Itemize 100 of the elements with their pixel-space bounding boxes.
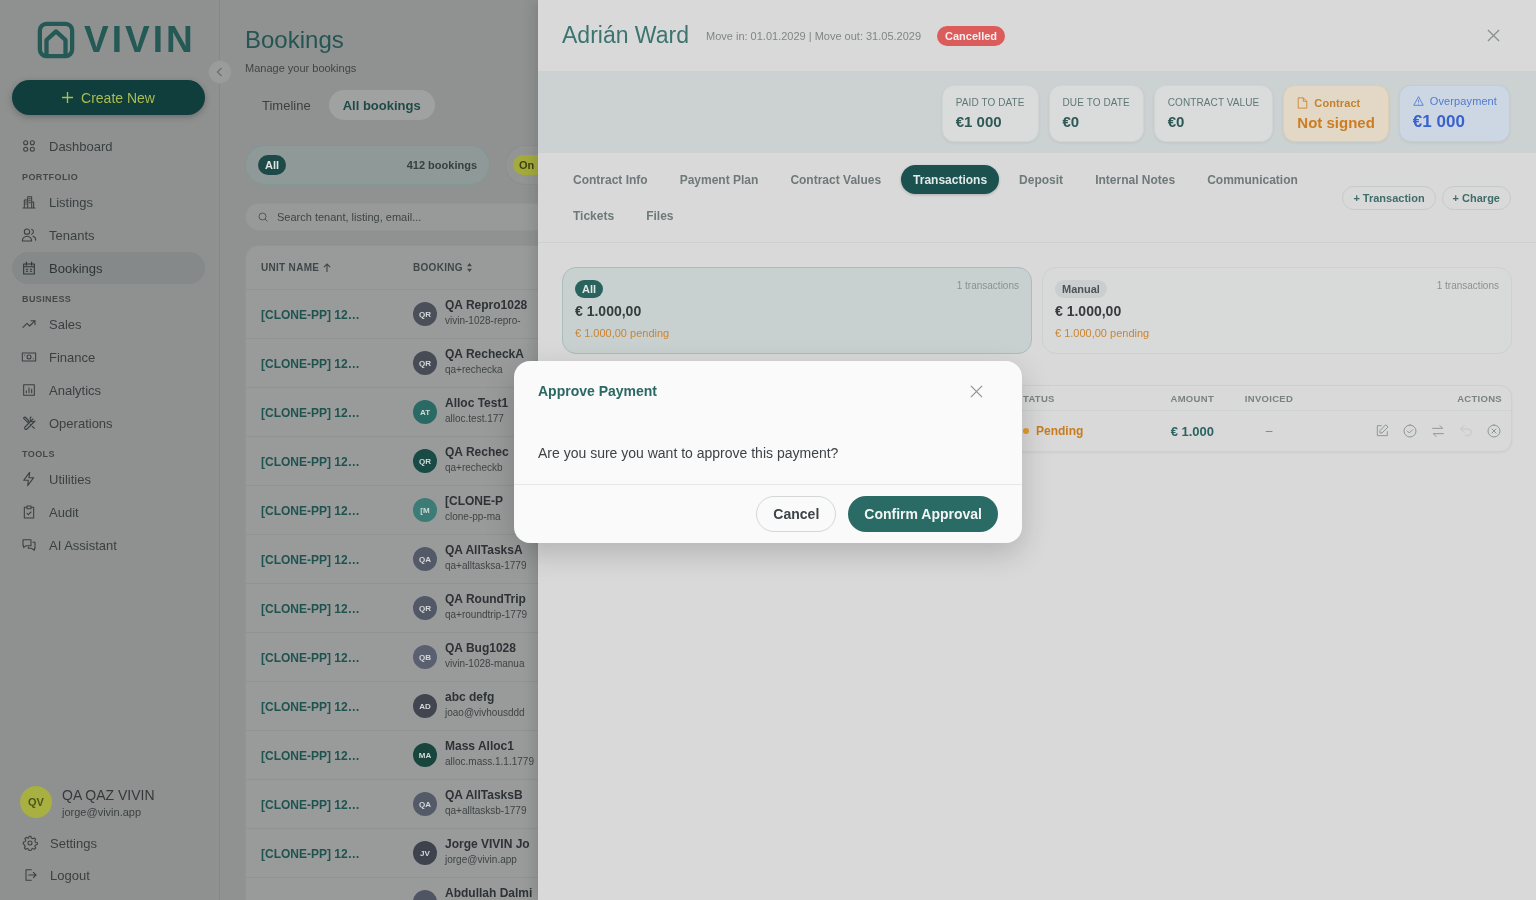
- tab[interactable]: Communication: [1195, 165, 1310, 194]
- column-header[interactable]: UNIT NAME: [261, 262, 332, 273]
- column-header: TATUS: [1023, 392, 1055, 404]
- nav-item[interactable]: Audit: [12, 496, 205, 528]
- status-text: Pending: [1036, 424, 1084, 438]
- tab[interactable]: Contract Info: [561, 165, 660, 194]
- tenant-name: QA RoundTrip: [445, 592, 527, 606]
- close-icon[interactable]: [970, 384, 983, 398]
- add-button[interactable]: + Charge: [1441, 185, 1511, 210]
- column-header: INVOICED: [1244, 392, 1294, 404]
- tenant-name: QA AllTasksA: [445, 543, 524, 557]
- metric-value: €0: [1062, 113, 1081, 130]
- tenant-avatar: JV: [413, 841, 437, 865]
- nav-item[interactable]: Dashboard: [12, 130, 205, 162]
- tenant-name: QA RecheckA: [445, 347, 524, 361]
- clipboard-check-icon: [21, 504, 37, 520]
- unit-name: [CLONE-PP] 12…: [261, 357, 360, 371]
- chevron-left-icon[interactable]: [208, 60, 232, 84]
- swap-arrows-icon[interactable]: [1430, 423, 1446, 439]
- metric-value: €1 000: [955, 113, 1003, 130]
- tab[interactable]: Tickets: [561, 201, 627, 230]
- tenant-avatar: [M: [413, 498, 437, 522]
- house-icon: [37, 21, 75, 59]
- tenant-email: clone-pp-ma: [445, 511, 502, 523]
- section-label: BUSINESS: [21, 293, 73, 306]
- tenant-avatar: AT: [413, 400, 437, 424]
- nav-item[interactable]: Operations: [12, 407, 205, 439]
- transaction-group-card[interactable]: Manual 1 transactions € 1.000,00 € 1.000,00 pending: [1042, 267, 1512, 354]
- footer-link[interactable]: Logout: [12, 859, 205, 891]
- metric-value: Not signed: [1297, 113, 1375, 131]
- page-title: Bookings: [245, 26, 345, 54]
- filter-card[interactable]: All 412 bookings: [245, 145, 490, 185]
- tenant-email: qa+alltasksa-1779: [445, 560, 527, 572]
- tab[interactable]: Files: [634, 201, 686, 230]
- nav-item[interactable]: Analytics: [12, 374, 205, 406]
- logo-text: VIVIN: [84, 20, 196, 60]
- tools-icon: [21, 415, 37, 431]
- nav-item[interactable]: Sales: [12, 308, 205, 340]
- nav-item[interactable]: Tenants: [12, 219, 205, 251]
- pending-amount: € 1.000,00 pending: [1055, 327, 1150, 340]
- banknote-icon: [21, 349, 37, 365]
- metric-label: CONTRACT VALUE: [1167, 97, 1260, 108]
- nav-item[interactable]: Utilities: [12, 463, 205, 495]
- nav-item[interactable]: Listings: [12, 186, 205, 218]
- tab[interactable]: Contract Values: [778, 165, 894, 194]
- tenant-email: qa+rechecka: [445, 364, 504, 376]
- tenant-avatar: QR: [413, 302, 437, 326]
- cancel-button[interactable]: Cancel: [756, 496, 837, 532]
- plus-icon: [62, 92, 74, 103]
- unit-name: [CLONE-PP] 12…: [261, 455, 360, 469]
- logout-icon: [22, 867, 38, 883]
- group-tag: Manual: [1055, 280, 1107, 298]
- warning-icon: [1412, 95, 1424, 107]
- transaction-group-card[interactable]: All 1 transactions € 1.000,00 € 1.000,00 pending: [562, 267, 1032, 354]
- column-header: ACTIONS: [1457, 392, 1502, 404]
- view-tab[interactable]: All bookings: [328, 90, 435, 120]
- column-header[interactable]: BOOKING: [413, 262, 472, 273]
- create-new-button[interactable]: Create New: [12, 80, 205, 115]
- tab[interactable]: Deposit: [1007, 165, 1076, 194]
- invoiced-cell: –: [1265, 424, 1273, 438]
- tenant-avatar: MA: [413, 743, 437, 767]
- tab[interactable]: Internal Notes: [1083, 165, 1188, 194]
- edit-icon[interactable]: [1374, 423, 1390, 439]
- group-total: € 1.000,00: [1055, 303, 1122, 320]
- filter-tag: All: [258, 155, 287, 175]
- column-header: AMOUNT: [1170, 392, 1214, 404]
- add-button[interactable]: + Transaction: [1342, 185, 1436, 210]
- page-subtitle: Manage your bookings: [245, 62, 358, 75]
- view-tab[interactable]: Timeline: [245, 90, 325, 120]
- search-field[interactable]: Search tenant, listing, email...: [245, 203, 538, 231]
- footer-link[interactable]: Settings: [12, 827, 205, 859]
- tenant-name: QA Bug1028: [445, 641, 517, 655]
- tenant-email: jorge@vivin.app: [445, 854, 518, 866]
- tab[interactable]: Transactions: [901, 165, 1000, 194]
- tenant-name: Jorge VIVIN Jo: [445, 837, 530, 851]
- metric-label: Contract: [1314, 96, 1361, 109]
- tenant-name: QA Repro1028: [445, 298, 528, 312]
- tenant-email: qa+roundtrip-1779: [445, 609, 527, 621]
- gear-icon: [22, 835, 38, 851]
- filter-card[interactable]: On: [505, 145, 538, 185]
- tab[interactable]: Payment Plan: [667, 165, 771, 194]
- transaction-count: 1 transactions: [1436, 280, 1499, 291]
- unit-name: [CLONE-PP] 12…: [261, 308, 360, 322]
- tenant-email: qa+alltasksb-1779: [445, 805, 527, 817]
- tenant-avatar: QR: [413, 351, 437, 375]
- confirm-button[interactable]: Confirm Approval: [848, 496, 998, 532]
- grid-icon: [21, 138, 37, 154]
- close-icon[interactable]: [1487, 29, 1500, 42]
- bar-chart-icon: [21, 382, 37, 398]
- tenant-email: vivin-1028-repro-: [445, 315, 522, 327]
- unit-name: [CLONE-PP] 12…: [261, 749, 360, 763]
- amount-cell: € 1.000: [1170, 423, 1214, 439]
- tenant-email: joao@vivhousddd: [445, 707, 525, 719]
- nav-item[interactable]: Bookings: [12, 252, 205, 284]
- tenant-avatar: QA: [413, 547, 437, 571]
- nav-item[interactable]: AI Assistant: [12, 529, 205, 561]
- user-avatar: QV: [20, 786, 52, 818]
- pending-amount: € 1.000,00 pending: [575, 327, 670, 340]
- nav-item[interactable]: Finance: [12, 341, 205, 373]
- lightning-icon: [21, 471, 37, 487]
